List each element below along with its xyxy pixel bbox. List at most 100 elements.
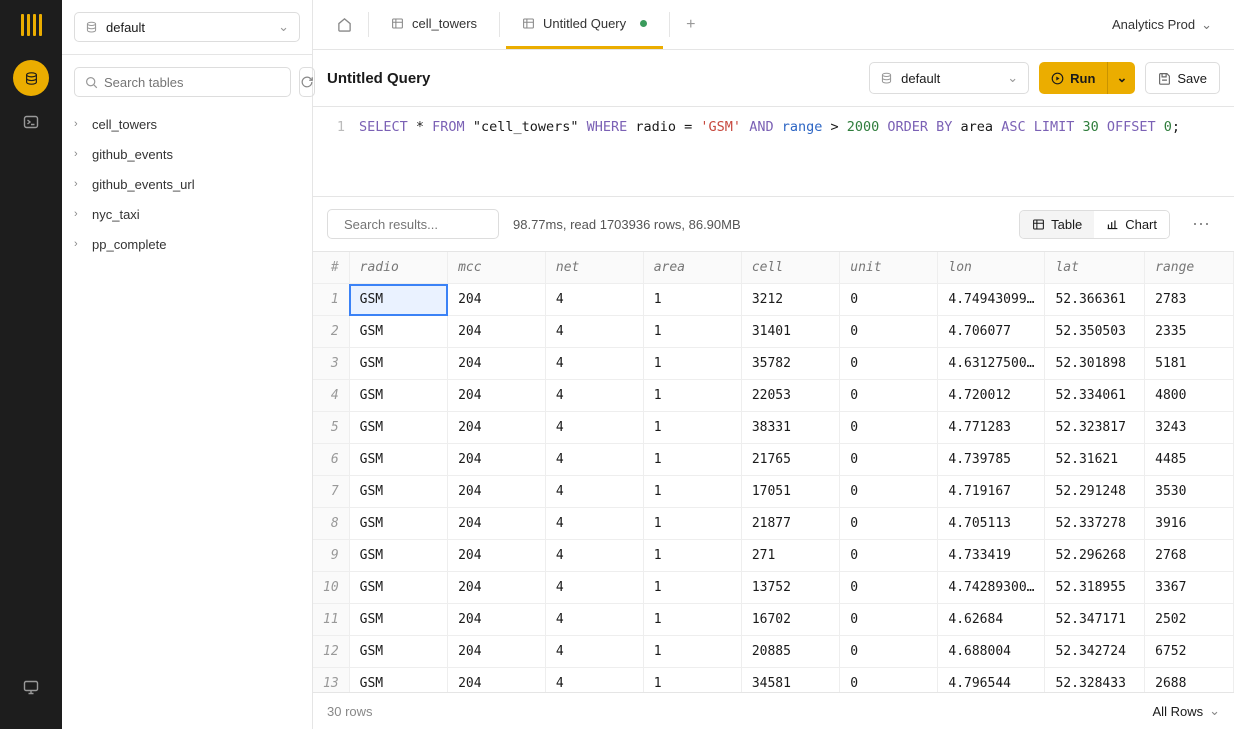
table-cell[interactable]: 1: [643, 284, 741, 316]
table-cell[interactable]: 20885: [741, 636, 839, 668]
table-cell[interactable]: 6752: [1145, 636, 1234, 668]
column-header[interactable]: lat: [1045, 252, 1145, 284]
table-cell[interactable]: 52.301898: [1045, 348, 1145, 380]
table-cell[interactable]: 204: [448, 668, 546, 693]
column-header[interactable]: net: [545, 252, 643, 284]
table-cell[interactable]: GSM: [349, 476, 447, 508]
table-tree-item[interactable]: ›github_events: [74, 139, 300, 169]
more-options-button[interactable]: ⋯: [1184, 214, 1220, 235]
table-cell[interactable]: 4: [545, 604, 643, 636]
table-cell[interactable]: 4.739785: [938, 444, 1045, 476]
table-cell[interactable]: 1: [643, 444, 741, 476]
table-cell[interactable]: 3916: [1145, 508, 1234, 540]
table-tree-item[interactable]: ›pp_complete: [74, 229, 300, 259]
table-cell[interactable]: 4.771283: [938, 412, 1045, 444]
table-cell[interactable]: 0: [840, 476, 938, 508]
table-cell[interactable]: 52.337278: [1045, 508, 1145, 540]
table-cell[interactable]: 5: [313, 412, 349, 444]
table-cell[interactable]: 0: [840, 444, 938, 476]
table-cell[interactable]: 3212: [741, 284, 839, 316]
nav-console[interactable]: [13, 104, 49, 140]
table-cell[interactable]: 204: [448, 412, 546, 444]
table-cell[interactable]: 52.334061: [1045, 380, 1145, 412]
table-cell[interactable]: GSM: [349, 540, 447, 572]
tab[interactable]: cell_towers: [375, 0, 493, 49]
table-cell[interactable]: 1: [643, 508, 741, 540]
table-cell[interactable]: 1: [643, 476, 741, 508]
table-cell[interactable]: 4: [545, 316, 643, 348]
table-cell[interactable]: 4800: [1145, 380, 1234, 412]
table-cell[interactable]: 22053: [741, 380, 839, 412]
table-cell[interactable]: GSM: [349, 316, 447, 348]
column-header[interactable]: lon: [938, 252, 1045, 284]
pager-selector[interactable]: All Rows ⌄: [1153, 703, 1220, 719]
table-view-button[interactable]: Table: [1020, 211, 1094, 238]
table-cell[interactable]: 4: [545, 540, 643, 572]
table-cell[interactable]: 204: [448, 316, 546, 348]
table-cell[interactable]: 4: [313, 380, 349, 412]
table-cell[interactable]: 4: [545, 572, 643, 604]
table-cell[interactable]: 1: [643, 380, 741, 412]
column-header[interactable]: unit: [840, 252, 938, 284]
table-cell[interactable]: 52.318955: [1045, 572, 1145, 604]
table-cell[interactable]: GSM: [349, 604, 447, 636]
table-cell[interactable]: 9: [313, 540, 349, 572]
table-cell[interactable]: 13: [313, 668, 349, 693]
table-tree-item[interactable]: ›nyc_taxi: [74, 199, 300, 229]
table-cell[interactable]: 0: [840, 316, 938, 348]
table-cell[interactable]: 21765: [741, 444, 839, 476]
table-cell[interactable]: 1: [643, 604, 741, 636]
table-cell[interactable]: 17051: [741, 476, 839, 508]
table-cell[interactable]: 3367: [1145, 572, 1234, 604]
table-cell[interactable]: 34581: [741, 668, 839, 693]
table-tree-item[interactable]: ›cell_towers: [74, 109, 300, 139]
table-cell[interactable]: GSM: [349, 284, 447, 316]
sql-editor[interactable]: 1 SELECT * FROM "cell_towers" WHERE radi…: [313, 107, 1234, 197]
table-cell[interactable]: 1: [643, 572, 741, 604]
table-cell[interactable]: 204: [448, 636, 546, 668]
table-cell[interactable]: 0: [840, 572, 938, 604]
table-cell[interactable]: 271: [741, 540, 839, 572]
table-cell[interactable]: 4: [545, 476, 643, 508]
table-cell[interactable]: 0: [840, 348, 938, 380]
table-cell[interactable]: 204: [448, 540, 546, 572]
table-cell[interactable]: 4.720012: [938, 380, 1045, 412]
table-cell[interactable]: 0: [840, 636, 938, 668]
database-selector[interactable]: default ⌄: [74, 12, 300, 42]
table-cell[interactable]: 3: [313, 348, 349, 380]
table-cell[interactable]: 6: [313, 444, 349, 476]
table-cell[interactable]: 0: [840, 508, 938, 540]
table-cell[interactable]: 52.323817: [1045, 412, 1145, 444]
table-cell[interactable]: 0: [840, 540, 938, 572]
table-cell[interactable]: 4: [545, 444, 643, 476]
table-cell[interactable]: 52.296268: [1045, 540, 1145, 572]
nav-tables[interactable]: [13, 60, 49, 96]
table-cell[interactable]: 1: [643, 348, 741, 380]
table-cell[interactable]: 0: [840, 284, 938, 316]
table-cell[interactable]: 204: [448, 348, 546, 380]
chart-view-button[interactable]: Chart: [1094, 211, 1169, 238]
table-cell[interactable]: 8: [313, 508, 349, 540]
table-cell[interactable]: 4: [545, 668, 643, 693]
search-tables-input[interactable]: [74, 67, 291, 97]
table-cell[interactable]: 4: [545, 636, 643, 668]
table-cell[interactable]: 4.733419: [938, 540, 1045, 572]
column-header[interactable]: cell: [741, 252, 839, 284]
table-cell[interactable]: 0: [840, 668, 938, 693]
table-cell[interactable]: 52.291248: [1045, 476, 1145, 508]
table-cell[interactable]: 204: [448, 572, 546, 604]
table-tree-item[interactable]: ›github_events_url: [74, 169, 300, 199]
save-button[interactable]: Save: [1145, 62, 1220, 94]
table-cell[interactable]: 204: [448, 476, 546, 508]
table-cell[interactable]: GSM: [349, 380, 447, 412]
table-cell[interactable]: 4485: [1145, 444, 1234, 476]
table-cell[interactable]: 204: [448, 444, 546, 476]
table-cell[interactable]: 38331: [741, 412, 839, 444]
table-cell[interactable]: 2335: [1145, 316, 1234, 348]
table-cell[interactable]: 2783: [1145, 284, 1234, 316]
table-cell[interactable]: 0: [840, 380, 938, 412]
table-cell[interactable]: GSM: [349, 508, 447, 540]
table-cell[interactable]: 52.342724: [1045, 636, 1145, 668]
table-cell[interactable]: 4: [545, 348, 643, 380]
table-cell[interactable]: 1: [643, 668, 741, 693]
